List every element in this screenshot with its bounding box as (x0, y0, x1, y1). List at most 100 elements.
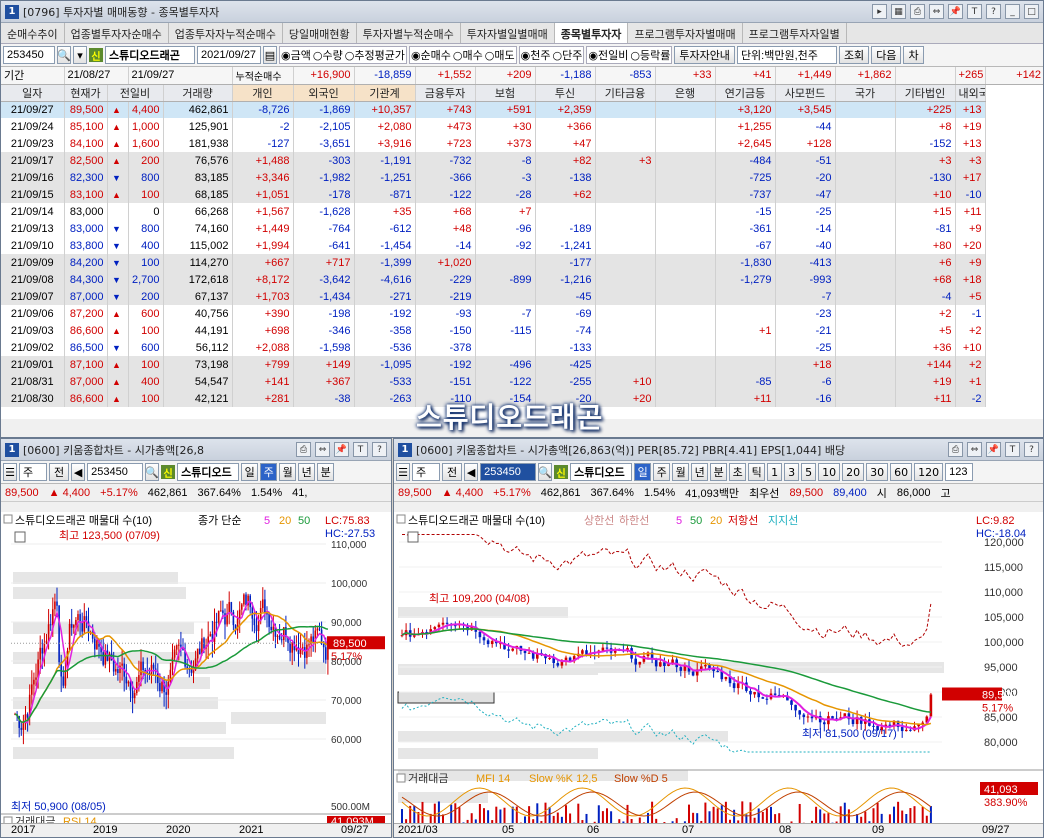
radio-avg[interactable]: ○추정평균가 (345, 47, 405, 63)
radio-amount[interactable]: ◉금액 (281, 47, 311, 63)
chart-code-input[interactable]: 253450 (87, 463, 144, 481)
radio-thousand[interactable]: ◉천주 (521, 47, 551, 63)
grid-icon[interactable] (14, 531, 26, 543)
tf-button-0[interactable]: 일 (634, 463, 652, 481)
col-header[interactable]: 현재가 (64, 84, 108, 102)
table-row[interactable]: 21/09/14 83,000 0 66,268 +1,567 -1,628 +35 +68 +… (1, 203, 1043, 220)
jeon-button[interactable]: 전 (442, 463, 463, 481)
table-row[interactable]: 21/09/03 86,600 ▲ 100 44,191 +698 -346 -358 -150… (1, 322, 1043, 339)
to-date[interactable]: 21/09/27 (128, 67, 233, 85)
col-header[interactable]: 연기금등 (715, 84, 776, 102)
font-icon[interactable]: T (353, 442, 368, 457)
code-input[interactable]: 253450 (3, 46, 55, 64)
print-icon[interactable]: ⎙ (296, 442, 311, 457)
grid-icon[interactable]: ▦ (891, 4, 906, 19)
table-row[interactable]: 21/09/24 85,100 ▲ 1,000 125,901 -2 -2,105 +2,08… (1, 118, 1043, 135)
price-chart-left[interactable]: 110,000100,00090,00080,00070,00060,000스튜… (1, 512, 391, 837)
tab-0[interactable]: 순매수추이 (1, 23, 65, 43)
maximize-icon[interactable]: □ (1024, 4, 1039, 19)
interval-button[interactable]: 1 (767, 463, 783, 481)
radio-qty[interactable]: ○수량 (313, 47, 343, 63)
minimize-icon[interactable]: _ (1005, 4, 1020, 19)
from-date[interactable]: 21/08/27 (64, 67, 129, 85)
interval-button[interactable]: 30 (866, 463, 889, 481)
col-header[interactable]: 국가 (835, 84, 896, 102)
tf-button-1[interactable]: 주 (260, 463, 278, 481)
tf-button-3[interactable]: 년 (691, 463, 709, 481)
col-header[interactable]: 은행 (655, 84, 716, 102)
period-select[interactable]: 주 (412, 463, 440, 481)
date-input[interactable]: 2021/09/27 (197, 46, 261, 64)
interval-button[interactable]: 5 (801, 463, 817, 481)
table-row[interactable]: 21/08/31 87,000 ▲ 400 54,547 +141 +367 -533 -151… (1, 373, 1043, 390)
table-row[interactable]: 21/09/09 84,200 ▼ 100 114,270 +667 +717 -1,399 +… (1, 254, 1043, 271)
table-row[interactable]: 21/09/16 82,300 ▼ 800 83,185 +3,346 -1,982 -1,2… (1, 169, 1043, 186)
help-icon[interactable]: ? (1024, 442, 1039, 457)
menu-icon[interactable]: ☰ (3, 463, 17, 481)
share-radio-group[interactable]: ◉천주 ○단주 (518, 46, 585, 64)
tf-button-2[interactable]: 월 (279, 463, 297, 481)
speaker-icon[interactable]: ◀ (71, 463, 86, 481)
period-select[interactable]: 주 (19, 463, 47, 481)
col-header[interactable]: 기타금융 (595, 84, 656, 102)
tf-button-2[interactable]: 월 (672, 463, 690, 481)
tab-8[interactable]: 프로그램투자자일별 (743, 23, 847, 43)
table-row[interactable]: 21/09/15 83,100 ▲ 100 68,185 +1,051 -178 -871 -1… (1, 186, 1043, 203)
col-header[interactable]: 내외국인 (955, 84, 986, 102)
interval-button[interactable]: 120 (914, 463, 944, 481)
interval-button[interactable]: 60 (890, 463, 913, 481)
table-row[interactable]: 21/09/23 84,100 ▲ 1,600 181,938 -127 -3,651 +3,… (1, 135, 1043, 152)
interval-button[interactable]: 10 (818, 463, 841, 481)
col-header[interactable]: 일자 (1, 84, 65, 102)
interval-button[interactable]: 20 (842, 463, 865, 481)
tab-5[interactable]: 투자자별일별매매 (461, 23, 555, 43)
print-icon[interactable]: ⎙ (948, 442, 963, 457)
tab-4[interactable]: 투자자별누적순매수 (357, 23, 461, 43)
table-row[interactable]: 21/09/10 83,800 ▼ 400 115,002 +1,994 -641 -1,45… (1, 237, 1043, 254)
radio-rate[interactable]: ○등락률 (630, 47, 670, 63)
col-header[interactable]: 기타법인 (895, 84, 956, 102)
pin-icon[interactable]: 📌 (334, 442, 349, 457)
col-header[interactable]: 외국인 (293, 84, 355, 102)
count-input[interactable]: 123 (945, 463, 974, 481)
col-header[interactable]: 금융투자 (415, 84, 476, 102)
tab-6[interactable]: 종목별투자자 (554, 23, 629, 43)
tf-button-0[interactable]: 일 (241, 463, 259, 481)
col-header[interactable]: 사모펀드 (775, 84, 836, 102)
col-header[interactable]: 기관계 (354, 84, 416, 102)
table-row[interactable]: 21/09/06 87,200 ▲ 600 40,756 +390 -198 -192 -93-… (1, 305, 1043, 322)
table-row[interactable]: 21/09/02 86,500 ▼ 600 56,112 +2,088 -1,598 -536… (1, 339, 1043, 356)
trade-radio-group[interactable]: ◉순매수 ○매수 ○매도 (408, 46, 517, 64)
tab-7[interactable]: 프로그램투자자별매매 (628, 23, 743, 43)
chart-code-input[interactable]: 253450 (480, 463, 537, 481)
grid-icon[interactable] (407, 531, 419, 543)
table-row[interactable]: 21/09/07 87,000 ▼ 200 67,137 +1,703 -1,434 -271… (1, 288, 1043, 305)
dropdown-icon[interactable]: ▾ (73, 46, 87, 64)
radio-buy[interactable]: ○매수 (453, 47, 483, 63)
menu-icon[interactable]: ☰ (396, 463, 410, 481)
pin-icon[interactable]: 📌 (948, 4, 963, 19)
link-icon[interactable]: ⇔ (929, 4, 944, 19)
col-header[interactable]: 투신 (535, 84, 596, 102)
extra-button[interactable]: 차 (903, 46, 924, 64)
pin-icon[interactable]: 📌 (986, 442, 1001, 457)
table-row[interactable]: 21/09/01 87,100 ▲ 100 73,198 +799 +149 -1,095 -1… (1, 356, 1043, 373)
tf-button-3[interactable]: 년 (298, 463, 316, 481)
print-icon[interactable]: ⎙ (910, 4, 925, 19)
legend-checkbox[interactable] (396, 773, 406, 783)
help-icon[interactable]: ? (986, 4, 1001, 19)
tab-3[interactable]: 당일매매현황 (283, 23, 357, 43)
search-icon[interactable]: 🔍 (145, 463, 160, 481)
tf-button-1[interactable]: 주 (653, 463, 671, 481)
next-button[interactable]: 다음 (871, 46, 902, 64)
radio-prev[interactable]: ◉전일비 (588, 47, 628, 63)
guide-button[interactable]: 투자자안내 (674, 46, 735, 64)
tab-1[interactable]: 업종별투자자순매수 (65, 23, 169, 43)
nav-icon[interactable]: ▸ (872, 4, 887, 19)
unit-radio-group[interactable]: ◉금액 ○수량 ○추정평균가 (279, 46, 407, 64)
tf-button-4[interactable]: 분 (710, 463, 728, 481)
tf-button-5[interactable]: 초 (729, 463, 747, 481)
legend-checkbox[interactable] (3, 514, 13, 524)
interval-button[interactable]: 3 (784, 463, 800, 481)
radio-net[interactable]: ◉순매수 (411, 47, 451, 63)
